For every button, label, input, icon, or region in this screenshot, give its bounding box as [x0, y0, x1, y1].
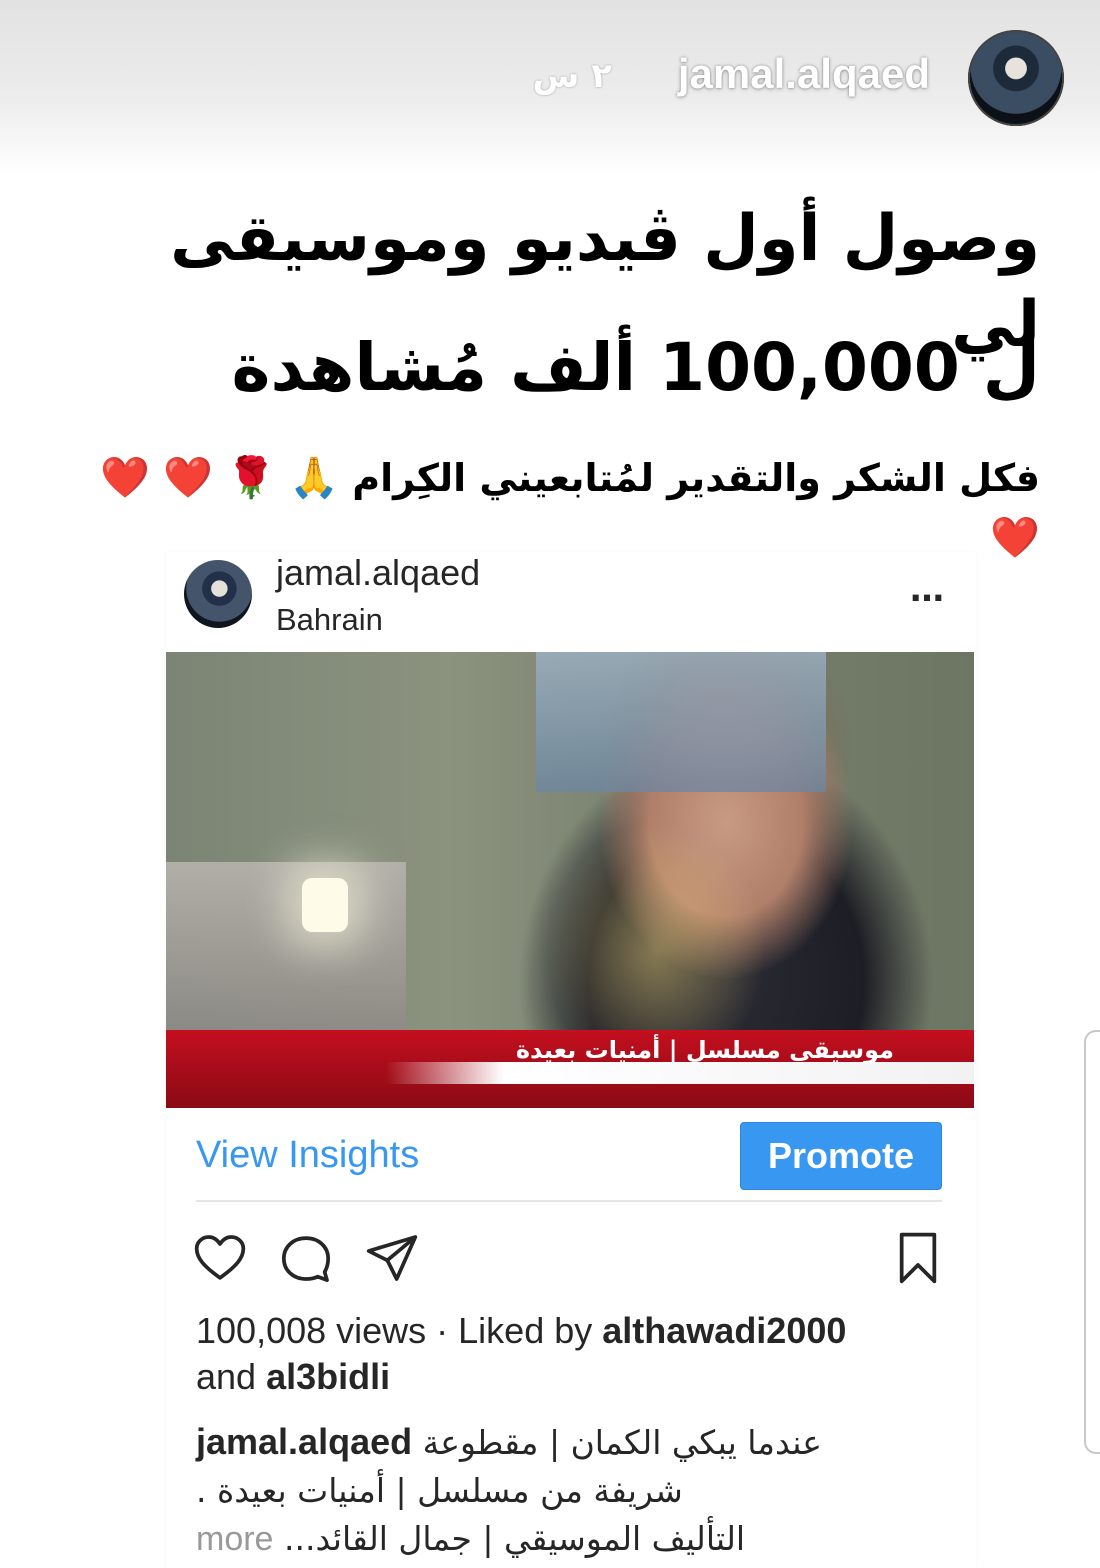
- video-scene-lamp: [302, 878, 348, 932]
- story-header: jamal.alqaed ٢ س: [464, 30, 1064, 128]
- red-heart-emoji: ❤️: [100, 455, 150, 501]
- video-scene-painting: [536, 652, 826, 792]
- post-avatar[interactable]: [184, 560, 252, 628]
- post-location[interactable]: Bahrain: [276, 602, 383, 638]
- caption-line-1: jamal.alqaed عندما يبكي الكمان | مقطوعة: [196, 1418, 896, 1467]
- divider: [196, 1200, 942, 1202]
- red-heart-emoji: ❤️: [163, 455, 213, 501]
- post-username[interactable]: jamal.alqaed: [276, 552, 480, 594]
- comment-icon[interactable]: [278, 1230, 334, 1286]
- liked-by-other-user[interactable]: al3bidli: [266, 1356, 390, 1397]
- rose-emoji: 🌹: [226, 455, 276, 501]
- story-headline-line-2: ل 100,000 ألف مُشاهدة: [231, 329, 1040, 406]
- liked-by-prefix: · Liked by: [436, 1310, 593, 1351]
- post-video[interactable]: موسيقى مسلسل | أمنيات بعيدة: [166, 652, 974, 1108]
- story-username[interactable]: jamal.alqaed: [678, 50, 930, 98]
- story-avatar[interactable]: [968, 30, 1064, 126]
- story-thanks-line: فكل الشكر والتقدير لمُتابعيني الكِرام 🙏 …: [60, 448, 1040, 568]
- more-link[interactable]: more: [196, 1520, 273, 1558]
- promote-button[interactable]: Promote: [740, 1122, 942, 1190]
- video-scene-bed: [166, 862, 406, 1032]
- bookmark-icon[interactable]: [890, 1230, 946, 1286]
- embedded-post: jamal.alqaed Bahrain … موسيقى مسلسل | أم…: [166, 552, 976, 1568]
- caption-line-3: more التأليف الموسيقي | جمال القائد...: [196, 1515, 896, 1563]
- story-timestamp: ٢ س: [532, 56, 612, 96]
- liked-by-user[interactable]: althawadi2000: [602, 1310, 846, 1351]
- edge-scroll-handle[interactable]: [1084, 1030, 1100, 1454]
- send-icon[interactable]: [364, 1230, 420, 1286]
- and-label: and: [196, 1356, 257, 1397]
- caption-text-3: التأليف الموسيقي | جمال القائد...: [283, 1519, 746, 1558]
- view-insights-link[interactable]: View Insights: [196, 1134, 419, 1177]
- video-banner-strip: [386, 1062, 974, 1084]
- heart-icon[interactable]: [192, 1230, 248, 1286]
- caption-username[interactable]: jamal.alqaed: [196, 1421, 412, 1462]
- story-thanks-text: فكل الشكر والتقدير لمُتابعيني الكِرام: [352, 456, 1040, 500]
- post-stats: 100,008 views · Liked by althawadi2000 a…: [196, 1308, 956, 1400]
- video-title-caption: موسيقى مسلسل | أمنيات بعيدة: [515, 1036, 894, 1064]
- caption-text-1: عندما يبكي الكمان | مقطوعة: [422, 1423, 822, 1462]
- more-options-icon[interactable]: …: [910, 570, 946, 610]
- post-caption: jamal.alqaed عندما يبكي الكمان | مقطوعة …: [196, 1418, 896, 1563]
- red-heart-emoji: ❤️: [990, 515, 1040, 561]
- caption-text-2: شريفة من مسلسل | أمنيات بعيدة .: [196, 1471, 683, 1510]
- praying-hands-emoji: 🙏: [289, 455, 339, 501]
- views-count[interactable]: 100,008 views: [196, 1310, 426, 1351]
